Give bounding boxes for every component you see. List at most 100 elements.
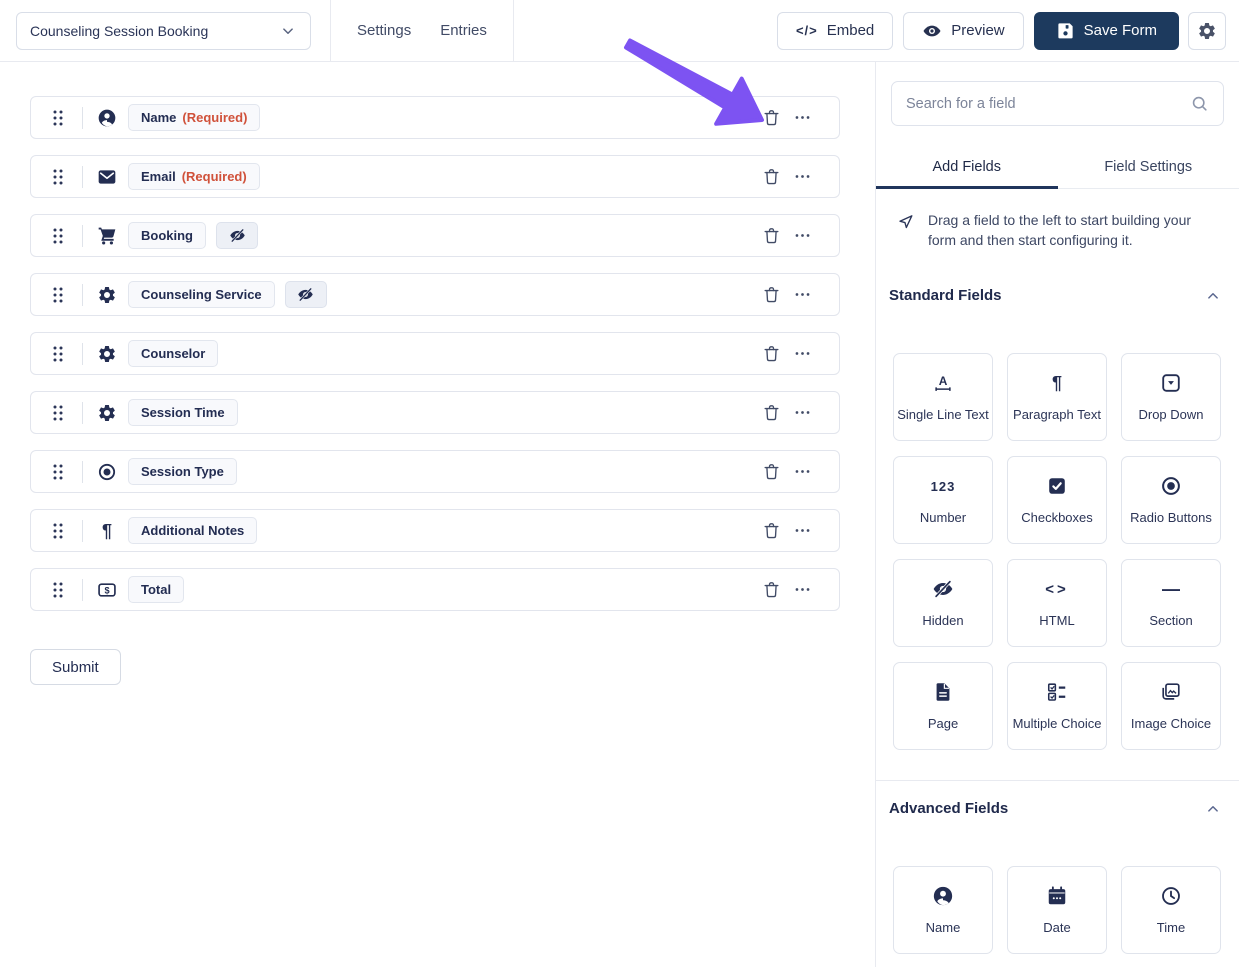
page-icon [932,680,954,704]
drag-handle-icon[interactable] [51,284,65,306]
search-input[interactable] [906,95,1190,112]
section-title: Advanced Fields [889,800,1009,818]
section-title: Standard Fields [889,287,1002,305]
field-label-badge: Session Time [128,399,238,426]
delete-field-button[interactable] [762,167,781,187]
form-field-row[interactable]: Session Type [30,450,840,493]
more-options-button[interactable] [793,285,812,304]
more-options-button[interactable] [793,167,812,186]
more-options-button[interactable] [793,108,812,127]
dollar-icon: $ [97,580,117,600]
more-options-button[interactable] [793,462,812,481]
more-options-button[interactable] [793,521,812,540]
delete-field-button[interactable] [762,521,781,541]
more-options-button[interactable] [793,403,812,422]
form-field-row[interactable]: Name (Required) [30,96,840,139]
row-divider [82,519,83,542]
row-divider [82,224,83,247]
chevron-up-icon[interactable] [1204,287,1222,305]
field-card-drop-down[interactable]: Drop Down [1121,352,1221,441]
field-card-date[interactable]: Date [1007,865,1107,954]
more-options-button[interactable] [793,580,812,599]
tab-add-fields[interactable]: Add Fields [876,146,1058,189]
field-card-number[interactable]: 123 Number [893,455,993,544]
row-divider [82,165,83,188]
field-card-single-line-text[interactable]: A Single Line Text [893,352,993,441]
settings-gear-button[interactable] [1188,11,1226,50]
delete-field-button[interactable] [762,285,781,305]
drag-handle-icon[interactable] [51,225,65,247]
field-type-label: Time [1156,920,1186,936]
submit-button[interactable]: Submit [30,649,121,685]
more-options-button[interactable] [793,344,812,363]
user-circle-icon [97,108,117,128]
field-card-image-choice[interactable]: Image Choice [1121,661,1221,750]
delete-field-button[interactable] [762,462,781,482]
form-canvas: Name (Required) Email (Required) Booking… [0,62,875,967]
form-field-row[interactable]: Counselor [30,332,840,375]
field-label-badge: Counseling Service [128,281,275,308]
field-card-multiple-choice[interactable]: Multiple Choice [1007,661,1107,750]
tab-field-settings[interactable]: Field Settings [1058,146,1239,188]
html-code-icon: <> [1045,580,1069,598]
field-search-box [891,81,1224,126]
form-field-row[interactable]: ¶ Additional Notes [30,509,840,552]
nav-entries[interactable]: Entries [440,22,487,39]
save-form-button[interactable]: Save Form [1033,11,1179,50]
field-card-paragraph-text[interactable]: ¶ Paragraph Text [1007,352,1107,441]
field-label: Total [141,582,172,597]
form-field-row[interactable]: Email (Required) [30,155,840,198]
field-type-label: Page [927,716,959,732]
preview-button[interactable]: Preview [903,11,1024,50]
form-field-row[interactable]: $ Total [30,568,840,611]
drag-handle-icon[interactable] [51,579,65,601]
delete-field-button[interactable] [762,226,781,246]
delete-field-button[interactable] [762,108,781,128]
field-card-hidden[interactable]: Hidden [893,558,993,647]
delete-field-button[interactable] [762,344,781,364]
drag-handle-icon[interactable] [51,343,65,365]
field-type-label: Paragraph Text [1013,407,1101,423]
svg-text:$: $ [104,585,109,595]
chevron-up-icon[interactable] [1204,800,1222,818]
more-options-button[interactable] [793,226,812,245]
drag-handle-icon[interactable] [51,402,65,424]
field-label-badge: Total [128,576,185,603]
field-type-label: Drop Down [1138,407,1204,423]
field-type-label: HTML [1039,613,1075,629]
field-card-checkboxes[interactable]: Checkboxes [1007,455,1107,544]
row-divider [82,401,83,424]
delete-field-button[interactable] [762,580,781,600]
embed-button[interactable]: </> Embed [776,11,894,50]
drag-handle-icon[interactable] [51,166,65,188]
form-field-row[interactable]: Booking [30,214,840,257]
form-field-row[interactable]: Session Time [30,391,840,434]
code-icon: </> [795,23,818,38]
delete-field-button[interactable] [762,403,781,423]
topbar-divider [330,0,331,61]
drag-handle-icon[interactable] [51,107,65,129]
field-label-badge: Additional Notes [128,517,258,544]
field-label: Additional Notes [141,523,245,538]
svg-text:A: A [939,374,948,388]
drag-handle-icon[interactable] [51,520,65,542]
form-field-row[interactable]: Counseling Service [30,273,840,316]
field-card-radio-buttons[interactable]: Radio Buttons [1121,455,1221,544]
hidden-field-badge [284,281,327,308]
field-card-name[interactable]: Name [893,865,993,954]
field-card-html[interactable]: <> HTML [1007,558,1107,647]
chevron-down-icon [279,22,297,40]
standard-fields-section-header[interactable]: Standard Fields [889,287,1222,305]
field-card-time[interactable]: Time [1121,865,1221,954]
clock-icon [1160,884,1182,908]
field-card-section[interactable]: — Section [1121,558,1221,647]
nav-settings[interactable]: Settings [357,22,411,39]
field-type-label: Image Choice [1130,716,1212,732]
advanced-fields-section-header[interactable]: Advanced Fields [889,800,1222,818]
field-card-page[interactable]: Page [893,661,993,750]
field-label-badge: Session Type [128,458,237,485]
preview-button-label: Preview [951,22,1005,39]
drag-handle-icon[interactable] [51,461,65,483]
form-selector-dropdown[interactable]: Counseling Session Booking [16,11,311,50]
field-type-label: Section [1149,613,1193,629]
